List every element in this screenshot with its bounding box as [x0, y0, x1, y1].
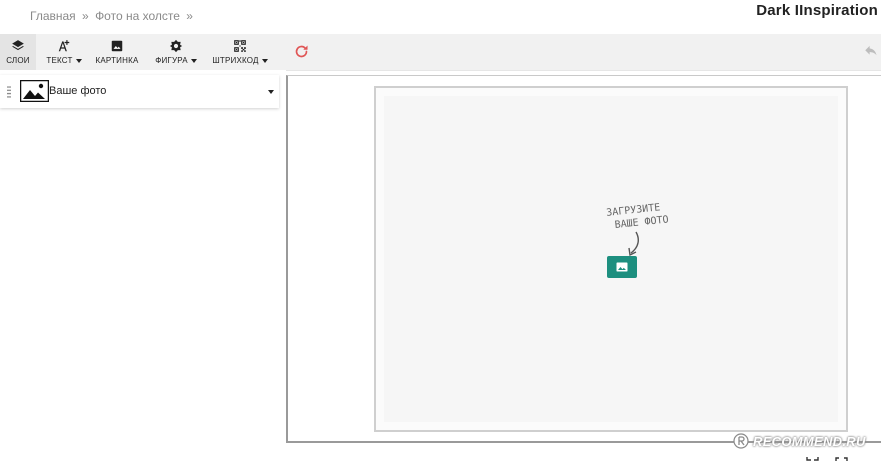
add-text-icon: [58, 40, 70, 52]
barcode-button[interactable]: ШТРИХКОД: [209, 34, 271, 70]
image-icon: [111, 40, 123, 52]
refresh-icon[interactable]: [293, 43, 310, 60]
qr-code-icon: [234, 40, 246, 52]
recommend-logo-icon: [733, 433, 749, 449]
fullscreen-icon[interactable]: [835, 457, 848, 464]
chevron-down-icon: [75, 58, 82, 63]
layers-button[interactable]: СЛОИ: [0, 34, 36, 70]
breadcrumb-separator: »: [186, 9, 193, 23]
shape-button-label: ФИГУРА: [155, 56, 188, 65]
fullscreen-exit-icon[interactable]: [806, 457, 819, 464]
breadcrumb-current[interactable]: Фото на холсте: [95, 9, 180, 23]
shape-button[interactable]: ФИГУРА: [152, 34, 200, 70]
canvas-frame[interactable]: ЗАГРУЗИТЕ ВАШЕ ФОТО: [374, 86, 848, 432]
brand-name: Dark IInspiration: [756, 2, 878, 19]
picture-button-label: КАРТИНКА: [95, 56, 139, 65]
text-button[interactable]: ТЕКСТ: [43, 34, 85, 70]
watermark: RECOMMEND.RU: [733, 431, 881, 451]
shape-icon: [169, 39, 183, 53]
chevron-down-icon: [261, 58, 268, 63]
image-icon: [20, 80, 49, 102]
chevron-down-icon: [190, 58, 197, 63]
editor-toolbar: СЛОИ ТЕКСТ КАРТИНКА ФИГУРА ШТРИХКОД: [0, 34, 881, 71]
barcode-button-label: ШТРИХКОД: [212, 56, 259, 65]
layers-button-label: СЛОИ: [6, 56, 30, 65]
chevron-down-icon[interactable]: [268, 90, 274, 94]
layers-panel: Ваше фото: [0, 70, 286, 464]
layer-item[interactable]: Ваше фото: [0, 75, 279, 108]
breadcrumb-home-link[interactable]: Главная: [30, 9, 76, 23]
undo-icon[interactable]: [864, 45, 879, 58]
upload-photo-button[interactable]: [607, 256, 637, 278]
canvas-area: ЗАГРУЗИТЕ ВАШЕ ФОТО: [286, 75, 881, 443]
breadcrumb-separator: »: [82, 9, 89, 23]
upload-hint: ЗАГРУЗИТЕ ВАШЕ ФОТО: [588, 199, 680, 234]
image-icon: [616, 262, 628, 272]
text-button-label: ТЕКСТ: [46, 56, 73, 65]
layer-label: Ваше фото: [49, 85, 107, 97]
watermark-text: RECOMMEND.RU: [753, 433, 866, 449]
breadcrumb: Главная » Фото на холсте »: [30, 9, 196, 23]
drag-handle-icon[interactable]: [7, 86, 11, 98]
photo-drop-area[interactable]: ЗАГРУЗИТЕ ВАШЕ ФОТО: [384, 96, 838, 422]
picture-button[interactable]: КАРТИНКА: [93, 34, 141, 70]
layers-icon: [12, 40, 24, 51]
